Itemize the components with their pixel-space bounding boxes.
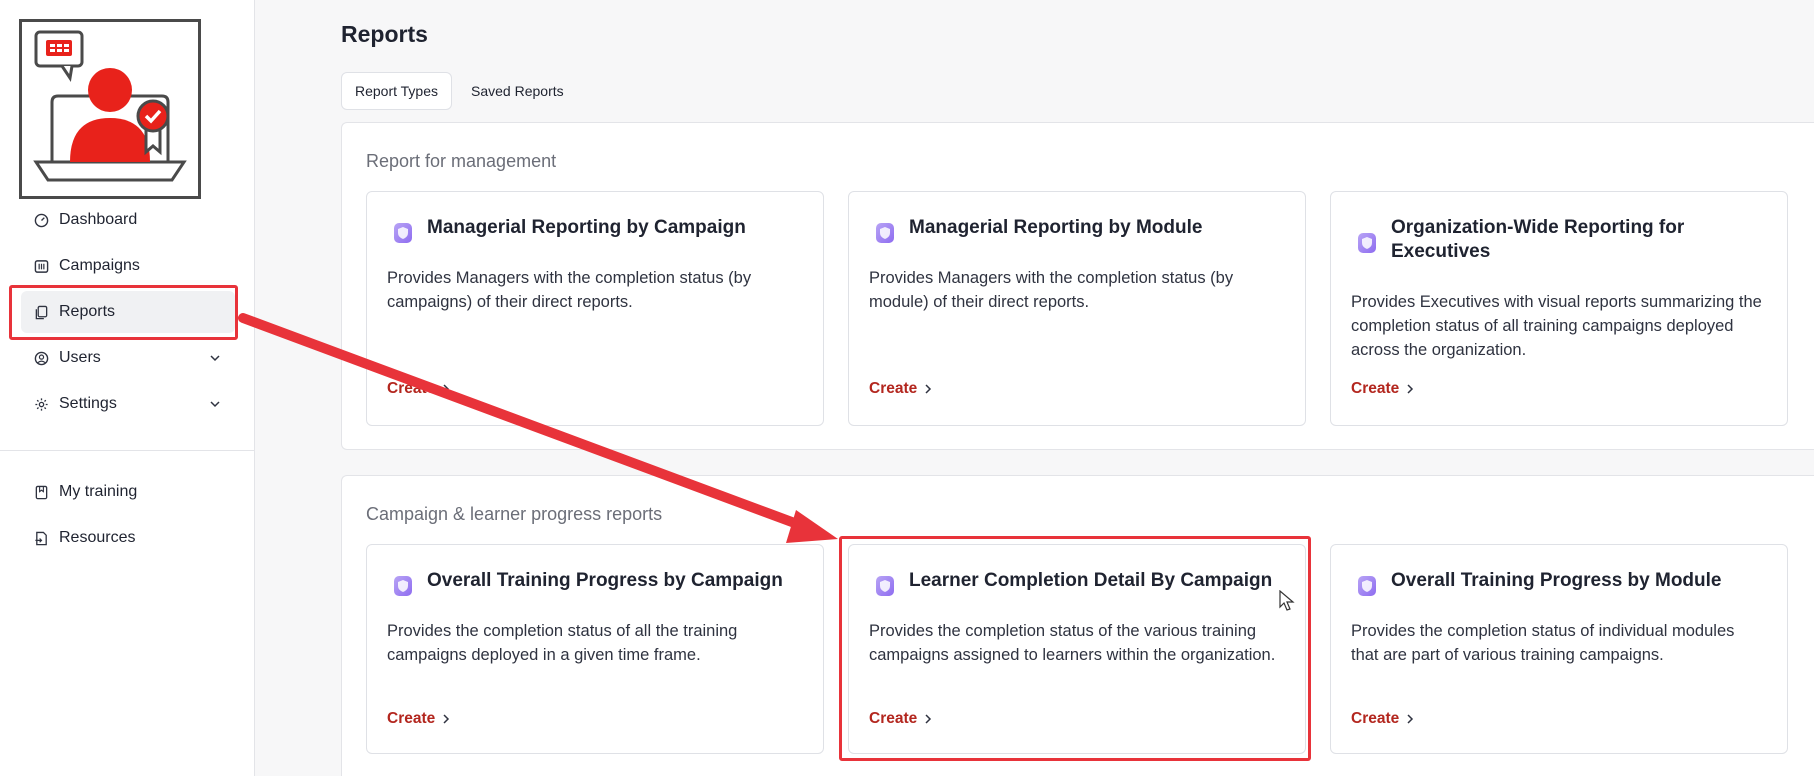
- sidebar-item-settings[interactable]: Settings: [21, 383, 235, 425]
- gauge-icon: [33, 212, 49, 228]
- card-description: Provides the completion status of indivi…: [1351, 622, 1735, 664]
- app-logo: [19, 19, 201, 199]
- card-title: Organization-Wide Reporting for Executiv…: [1391, 217, 1685, 262]
- card-title: Managerial Reporting by Module: [909, 217, 1203, 238]
- create-label: Create: [387, 710, 436, 727]
- chevron-down-icon[interactable]: [207, 350, 223, 366]
- create-link[interactable]: Create: [387, 380, 451, 398]
- sidebar-item-label: Campaigns: [59, 257, 140, 274]
- gear-icon: [33, 396, 49, 412]
- create-link[interactable]: Create: [1351, 710, 1415, 728]
- create-link[interactable]: Create: [1351, 380, 1415, 398]
- report-card-managerial-campaign[interactable]: Managerial Reporting by Campaign Provide…: [366, 191, 824, 426]
- report-card-overall-progress-module[interactable]: Overall Training Progress by Module Prov…: [1330, 544, 1788, 754]
- create-label: Create: [1351, 380, 1400, 397]
- sidebar: Dashboard Campaigns Reports Users Settin…: [0, 0, 255, 776]
- chevron-right-icon: [1407, 384, 1414, 394]
- report-shield-icon: [1358, 233, 1376, 253]
- sidebar-item-my-training[interactable]: My training: [21, 471, 235, 513]
- chevron-down-icon[interactable]: [207, 396, 223, 412]
- chevron-right-icon: [1407, 714, 1414, 724]
- section-title: Report for management: [366, 151, 557, 171]
- card-title: Overall Training Progress by Campaign: [427, 570, 783, 591]
- report-shield-icon: [394, 223, 412, 243]
- annotation-highlight-learner-card: [839, 536, 1311, 761]
- card-title: Managerial Reporting by Campaign: [427, 217, 746, 238]
- sidebar-item-campaigns[interactable]: Campaigns: [21, 245, 235, 287]
- sidebar-item-users[interactable]: Users: [21, 337, 235, 379]
- sidebar-item-label: My training: [59, 483, 138, 500]
- user-circle-icon: [33, 350, 49, 366]
- report-card-org-wide-executives[interactable]: Organization-Wide Reporting for Executiv…: [1330, 191, 1788, 426]
- sidebar-item-label: Resources: [59, 529, 136, 546]
- card-description: Provides Executives with visual reports …: [1351, 293, 1762, 359]
- sidebar-item-dashboard[interactable]: Dashboard: [21, 199, 235, 241]
- sidebar-divider: [0, 450, 255, 451]
- chevron-right-icon: [925, 384, 932, 394]
- create-label: Create: [387, 380, 436, 397]
- create-label: Create: [869, 380, 918, 397]
- report-card-overall-progress-campaign[interactable]: Overall Training Progress by Campaign Pr…: [366, 544, 824, 754]
- report-tabs: Report Types Saved Reports: [341, 72, 577, 110]
- card-description: Provides the completion status of all th…: [387, 622, 738, 664]
- tab-saved-reports[interactable]: Saved Reports: [458, 72, 577, 110]
- sidebar-item-label: Dashboard: [59, 211, 138, 228]
- create-label: Create: [1351, 710, 1400, 727]
- report-shield-icon: [1358, 576, 1376, 596]
- sidebar-item-label: Users: [59, 349, 101, 366]
- create-link[interactable]: Create: [869, 380, 933, 398]
- section-management-reports: Report for management Managerial Reporti…: [341, 122, 1814, 450]
- page-title: Reports: [341, 21, 428, 47]
- bookmark-icon: [33, 484, 49, 500]
- mouse-cursor-icon: [1279, 590, 1295, 611]
- report-shield-icon: [394, 576, 412, 596]
- card-description: Provides Managers with the completion st…: [869, 269, 1234, 311]
- chevron-right-icon: [443, 714, 450, 724]
- create-link[interactable]: Create: [387, 710, 451, 728]
- campaigns-icon: [33, 258, 49, 274]
- tab-report-types[interactable]: Report Types: [341, 72, 453, 110]
- sidebar-item-resources[interactable]: Resources: [21, 517, 235, 559]
- report-shield-icon: [876, 223, 894, 243]
- section-title: Campaign & learner progress reports: [366, 504, 663, 524]
- card-description: Provides Managers with the completion st…: [387, 269, 752, 311]
- card-title: Overall Training Progress by Module: [1391, 570, 1722, 591]
- chevron-right-icon: [443, 384, 450, 394]
- resources-icon: [33, 530, 49, 546]
- annotation-highlight-reports: [9, 285, 238, 340]
- report-card-managerial-module[interactable]: Managerial Reporting by Module Provides …: [848, 191, 1306, 426]
- sidebar-item-label: Settings: [59, 395, 117, 412]
